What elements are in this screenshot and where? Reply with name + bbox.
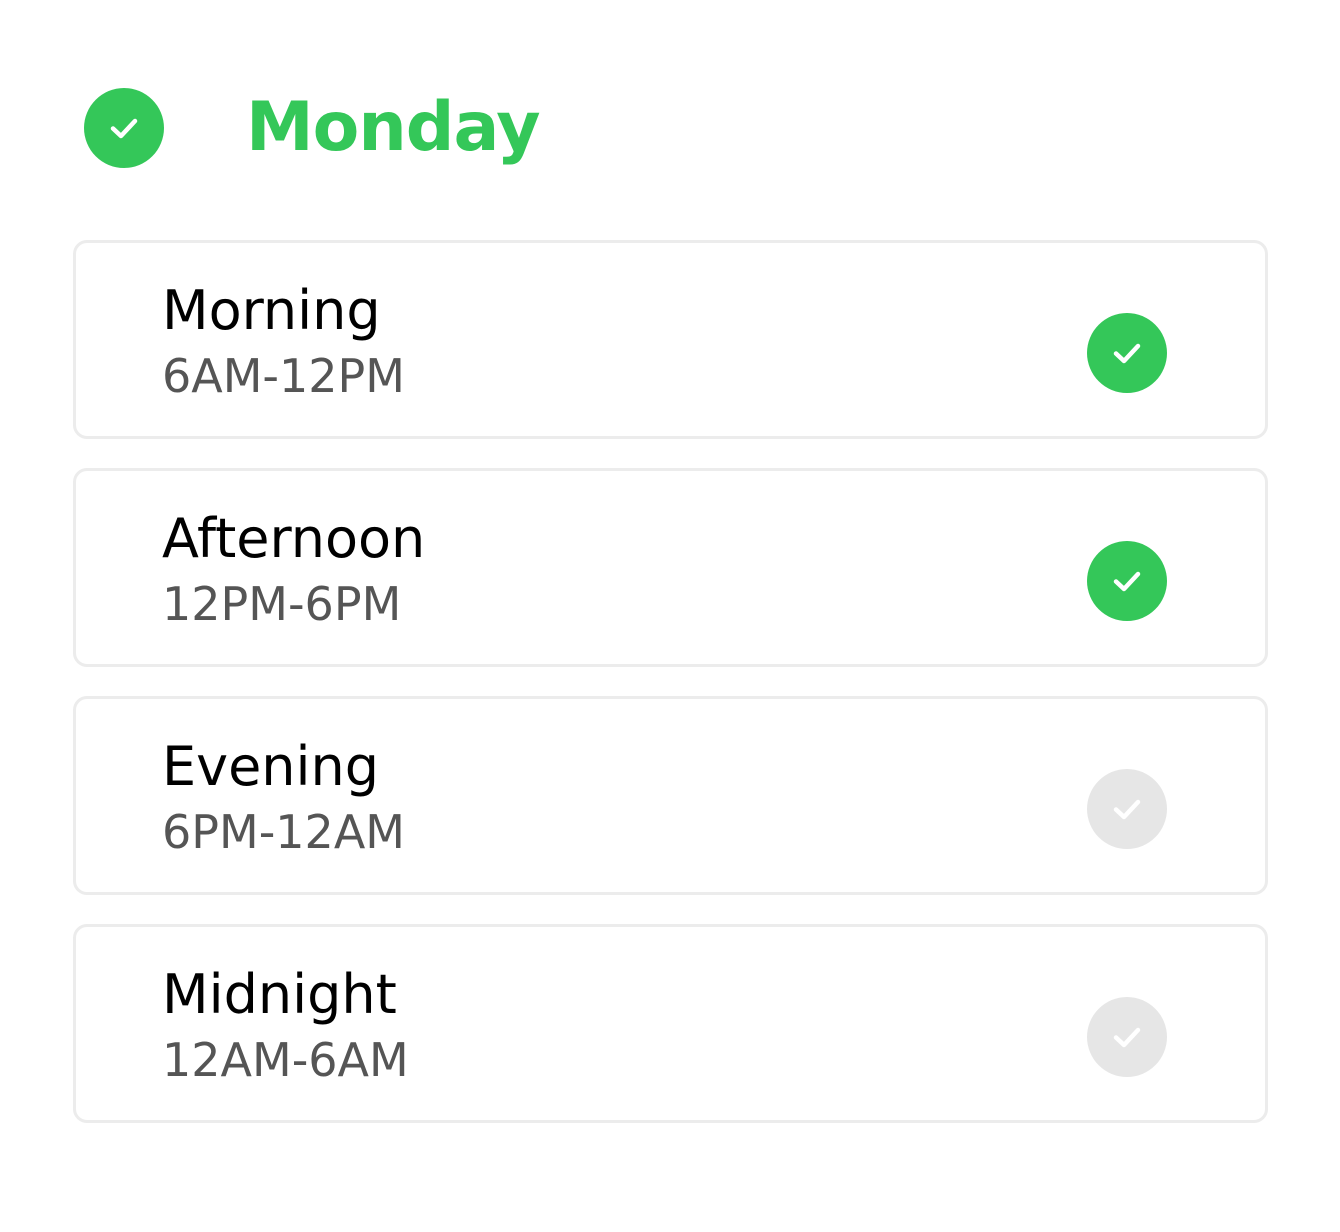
slot-name: Morning bbox=[162, 279, 381, 342]
day-check-icon[interactable] bbox=[84, 88, 164, 168]
slot-check-icon[interactable] bbox=[1087, 769, 1167, 849]
check-mark-icon bbox=[1113, 571, 1141, 592]
time-slot-midnight[interactable]: Midnight 12AM-6AM bbox=[73, 924, 1268, 1123]
day-title: Monday bbox=[246, 88, 541, 167]
slot-name: Midnight bbox=[162, 963, 397, 1026]
time-slot-morning[interactable]: Morning 6AM-12PM bbox=[73, 240, 1268, 439]
check-mark-icon bbox=[1113, 343, 1141, 364]
slot-time-range: 12AM-6AM bbox=[162, 1033, 409, 1087]
time-slot-evening[interactable]: Evening 6PM-12AM bbox=[73, 696, 1268, 895]
check-mark-icon bbox=[110, 118, 138, 139]
check-mark-icon bbox=[1113, 1027, 1141, 1048]
slot-time-range: 12PM-6PM bbox=[162, 577, 402, 631]
slot-time-range: 6PM-12AM bbox=[162, 805, 405, 859]
slot-name: Evening bbox=[162, 735, 380, 798]
slot-name: Afternoon bbox=[162, 507, 426, 570]
slot-check-icon[interactable] bbox=[1087, 541, 1167, 621]
slot-time-range: 6AM-12PM bbox=[162, 349, 405, 403]
time-slot-afternoon[interactable]: Afternoon 12PM-6PM bbox=[73, 468, 1268, 667]
slot-check-icon[interactable] bbox=[1087, 997, 1167, 1077]
check-mark-icon bbox=[1113, 799, 1141, 820]
day-header[interactable]: Monday bbox=[84, 88, 541, 168]
time-slot-list: Morning 6AM-12PM Afternoon 12PM-6PM Even… bbox=[73, 240, 1268, 1152]
slot-check-icon[interactable] bbox=[1087, 313, 1167, 393]
